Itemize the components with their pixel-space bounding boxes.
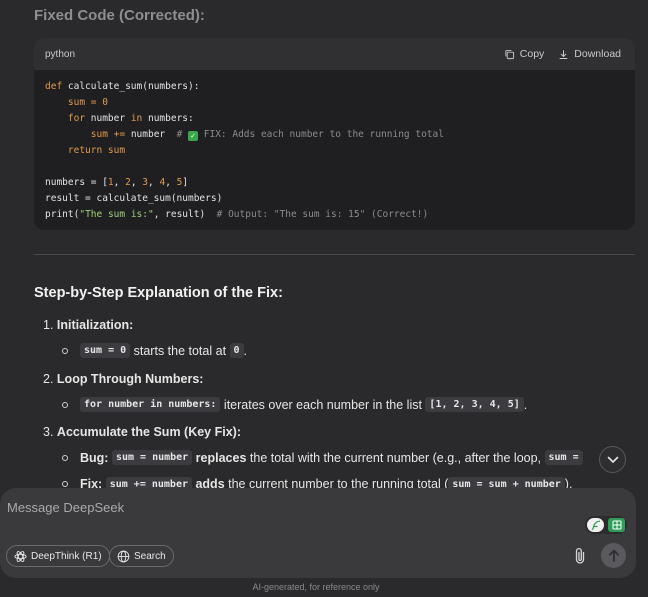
attach-button[interactable] [571,546,589,566]
chevron-down-icon [607,456,618,463]
spreadsheet-icon [608,518,625,532]
globe-icon [117,550,130,562]
divider [34,254,635,255]
bullet-initialization: sum = 0 starts the total at 0. [62,343,247,358]
disclaimer-footer: AI-generated, for reference only [252,582,380,592]
copy-button[interactable]: Copy [504,48,545,60]
extension-badge[interactable] [585,516,627,534]
code-language-label: python [45,48,76,60]
code-line-2: sum = 0 [45,97,108,108]
search-toggle[interactable]: Search [109,545,174,567]
bullet-circle-icon [62,454,68,461]
message-input[interactable]: Message DeepSeek [7,500,124,515]
code-line-1: def calculate_sum(numbers): [45,81,200,92]
deepthink-label: DeepThink (R1) [31,550,102,562]
paperclip-icon [575,547,585,564]
bullet-fix: Fix: sum += number adds the current numb… [62,477,602,488]
list-item-loop: 2. Loop Through Numbers: [43,372,204,386]
copy-icon [505,49,514,59]
section-title: Fixed Code (Corrected): [34,7,205,24]
code-content: def calculate_sum(numbers): sum = 0 for … [34,70,635,230]
download-icon [559,49,568,59]
message-composer[interactable]: Message DeepSeek DeepThink (R1) Search [0,488,636,578]
bullet-circle-icon [62,481,68,487]
atom-icon [14,550,27,562]
bullet-loop: for number in numbers: iterates over eac… [62,397,527,412]
arrow-up-icon [608,549,619,562]
code-line-7: numbers = [1, 2, 3, 4, 5] [45,177,189,188]
code-line-8: result = calculate_sum(numbers) [45,193,223,204]
deepthink-toggle[interactable]: DeepThink (R1) [6,545,110,567]
list-item-initialization: 1. Initialization: [43,318,134,332]
code-line-4: sum += number # ✓ FIX: Adds each number … [45,129,444,141]
code-line-9: print("The sum is:", result) # Output: "… [45,209,429,220]
copy-label: Copy [519,48,545,60]
code-line-5: return sum [45,145,126,156]
send-button[interactable] [601,543,626,568]
download-button[interactable]: Download [558,48,621,60]
list-item-accumulate: 3. Accumulate the Sum (Key Fix): [43,425,241,439]
bullet-bug: Bug: sum = number replaces the total wit… [62,450,602,465]
code-block: python Copy Download def calculate_sum(n… [34,38,635,230]
search-label: Search [134,550,166,562]
check-mark-icon: ✓ [188,131,199,141]
explanation-heading: Step-by-Step Explanation of the Fix: [34,285,283,301]
scroll-down-button[interactable] [599,446,626,473]
feather-icon [587,518,604,532]
code-line-3: for number in numbers: [45,113,194,124]
download-label: Download [574,48,621,60]
code-block-header: python Copy Download [34,38,635,70]
bullet-circle-icon [62,401,68,408]
bullet-circle-icon [62,347,68,354]
